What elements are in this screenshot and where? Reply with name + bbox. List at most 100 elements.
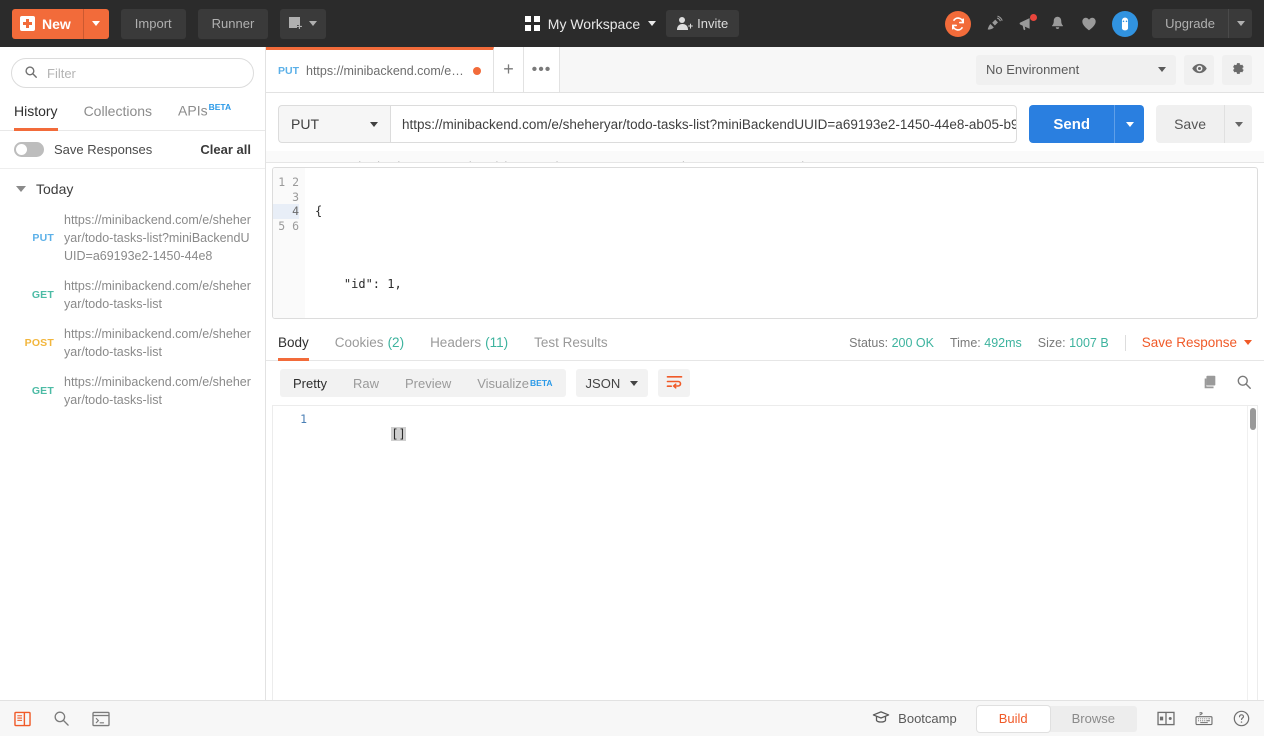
http-method-selector[interactable]: PUT: [278, 105, 390, 143]
search-input[interactable]: [47, 65, 241, 81]
environment-selector[interactable]: No Environment: [976, 54, 1176, 85]
search-icon[interactable]: [1236, 374, 1252, 393]
search-icon[interactable]: [53, 710, 70, 727]
console-icon[interactable]: [92, 711, 110, 727]
new-request-tab-button[interactable]: +: [494, 47, 524, 92]
megaphone-icon[interactable]: [1017, 13, 1038, 33]
view-mode-raw[interactable]: Raw: [340, 369, 392, 397]
size-group: Size: 1007 B: [1038, 336, 1109, 350]
save-responses-toggle[interactable]: [14, 141, 44, 157]
sidebar-tab-history[interactable]: History: [14, 99, 58, 131]
time-group: Time: 492ms: [950, 336, 1022, 350]
tab-authorization[interactable]: Authorization: [339, 159, 415, 162]
line-number: 1: [300, 412, 307, 426]
new-window-button[interactable]: +: [280, 8, 327, 39]
tab-headers[interactable]: Headers (9): [441, 159, 510, 162]
bell-icon[interactable]: [1049, 15, 1066, 32]
bootcamp-button[interactable]: Bootcamp: [872, 710, 957, 727]
response-tab-headers[interactable]: Headers (11): [430, 326, 508, 361]
ellipsis-icon: •••: [531, 60, 552, 78]
request-editor-gutter: 1 2 3 4 5 6: [273, 168, 305, 318]
sync-icon[interactable]: [945, 10, 972, 37]
url-bar: PUT https://minibackend.com/e/sheheryar/…: [266, 93, 1264, 151]
save-button[interactable]: Save: [1156, 105, 1224, 143]
history-group-today[interactable]: Today: [0, 169, 265, 205]
new-button-label-group[interactable]: New: [12, 9, 83, 39]
view-mode-raw-label: Raw: [352, 375, 379, 391]
new-button[interactable]: New: [12, 8, 109, 39]
tab-params[interactable]: Params: [268, 159, 313, 162]
sidebar-toggle-icon[interactable]: [14, 711, 31, 727]
copy-icon[interactable]: [1202, 374, 1218, 393]
list-item[interactable]: GET https://minibackend.com/e/sheheryar/…: [0, 271, 265, 319]
url-input[interactable]: https://minibackend.com/e/sheheryar/todo…: [390, 105, 1018, 143]
send-button[interactable]: Send: [1029, 105, 1115, 143]
status-bar-right: Bootcamp Build Browse: [872, 705, 1250, 732]
workspace-grid-icon: [524, 16, 540, 31]
save-response-button[interactable]: Save Response: [1142, 335, 1252, 350]
new-tab-icon: +: [289, 16, 304, 32]
request-sub-tabs-clipped[interactable]: Params Authorization Headers (9) Body Pr…: [266, 151, 1264, 163]
build-browse-switch: Build Browse: [976, 705, 1137, 732]
new-dropdown-caret[interactable]: [82, 8, 109, 39]
top-toolbar: New Import Runner + My Workspace + Invit…: [0, 0, 1264, 47]
view-mode-preview[interactable]: Preview: [392, 369, 464, 397]
response-tab-test-results[interactable]: Test Results: [534, 326, 608, 361]
list-item[interactable]: PUT https://minibackend.com/e/sheheryar/…: [0, 205, 265, 271]
invite-button[interactable]: + Invite: [666, 10, 740, 37]
graduation-cap-icon: [872, 710, 890, 727]
response-format-selector[interactable]: JSON: [575, 369, 649, 397]
person-add-icon: +: [677, 17, 693, 31]
request-sub-tabs-row: Params Authorization Headers (9) Body Pr…: [266, 159, 851, 162]
search-icon: [24, 65, 38, 82]
help-icon[interactable]: [1233, 710, 1250, 727]
request-body-editor[interactable]: 1 2 3 4 5 6 { "id": 1, "task_name": "Cod…: [272, 167, 1258, 319]
tab-body[interactable]: Body: [535, 159, 565, 162]
upgrade-button[interactable]: Upgrade: [1152, 9, 1252, 38]
sidebar-tab-collections[interactable]: Collections: [84, 99, 152, 131]
satellite-icon[interactable]: [985, 15, 1003, 33]
list-item[interactable]: POST https://minibackend.com/e/sheheryar…: [0, 319, 265, 367]
two-pane-layout-icon[interactable]: [1157, 711, 1175, 726]
chevron-down-icon: [648, 21, 657, 26]
request-tab-active[interactable]: PUT https://minibackend.com/e/she…: [266, 47, 494, 92]
browse-tab[interactable]: Browse: [1050, 706, 1137, 732]
view-mode-visualize[interactable]: Visualize BETA: [464, 369, 565, 397]
scrollbar-thumb[interactable]: [1249, 408, 1256, 430]
keyboard-shortcuts-icon[interactable]: [1195, 711, 1213, 726]
upgrade-dropdown-caret[interactable]: [1228, 9, 1252, 38]
workspace-selector[interactable]: My Workspace: [524, 16, 657, 32]
history-url: https://minibackend.com/e/sheheryar/todo…: [64, 374, 251, 407]
response-toolbar: Pretty Raw Preview Visualize BETA JSON: [266, 361, 1264, 405]
tab-tests[interactable]: Tests: [722, 159, 752, 162]
clear-all-button[interactable]: Clear all: [200, 142, 251, 157]
response-body-viewer[interactable]: 1 []: [272, 405, 1258, 700]
chevron-down-icon: [1158, 67, 1166, 72]
tab-pre-request-script[interactable]: Pre-request Script: [591, 159, 696, 162]
view-mode-pretty[interactable]: Pretty: [280, 369, 340, 397]
history-list[interactable]: PUT https://minibackend.com/e/sheheryar/…: [0, 205, 265, 700]
status-group: Status: 200 OK: [849, 336, 934, 350]
build-tab[interactable]: Build: [976, 705, 1050, 732]
tab-options-button[interactable]: •••: [524, 47, 560, 92]
word-wrap-button[interactable]: [658, 369, 691, 397]
sidebar-tab-apis[interactable]: APIsBETA: [178, 98, 231, 131]
response-tab-body[interactable]: Body: [278, 326, 309, 361]
filter-box[interactable]: [11, 58, 254, 88]
save-dropdown-caret[interactable]: [1224, 105, 1252, 143]
response-tab-body-label: Body: [278, 334, 309, 350]
user-avatar-icon[interactable]: [1112, 10, 1139, 37]
settings-button[interactable]: [1222, 54, 1252, 85]
send-dropdown-caret[interactable]: [1114, 105, 1145, 143]
response-scrollbar[interactable]: [1247, 406, 1257, 700]
list-item[interactable]: GET https://minibackend.com/e/sheheryar/…: [0, 367, 265, 415]
runner-button[interactable]: Runner: [197, 8, 269, 39]
environment-quick-look-button[interactable]: [1184, 54, 1214, 85]
import-button[interactable]: Import: [120, 8, 186, 39]
response-body-code[interactable]: []: [315, 406, 1257, 700]
request-body-code[interactable]: { "id": 1, "task_name": "Coding Done", "…: [305, 168, 1257, 318]
response-tab-cookies[interactable]: Cookies (2): [335, 326, 404, 361]
tab-settings[interactable]: Settings: [778, 159, 825, 162]
heart-icon[interactable]: [1080, 15, 1098, 33]
chevron-down-icon: [1125, 121, 1134, 127]
